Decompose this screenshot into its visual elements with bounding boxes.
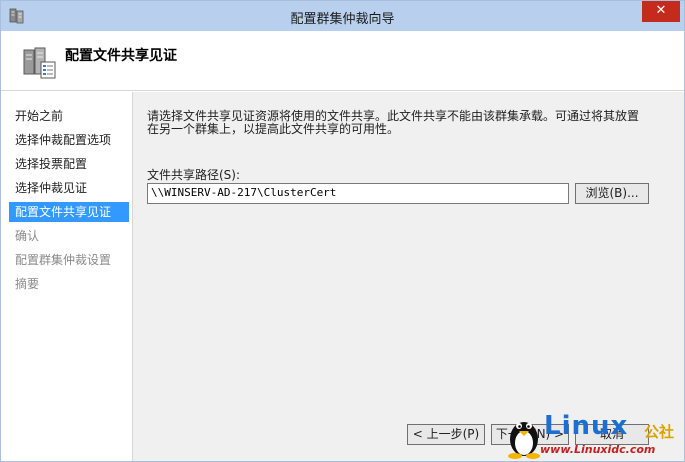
nav-item-select-quorum-witness[interactable]: 选择仲裁见证	[9, 178, 129, 198]
title-bar[interactable]: 配置群集仲裁向导 ✕	[1, 1, 684, 31]
close-button[interactable]: ✕	[642, 1, 680, 22]
wizard-content: 开始之前 选择仲裁配置选项 选择投票配置 选择仲裁见证 配置文件共享见证 确认 …	[1, 92, 684, 461]
watermark-cn: 公社	[644, 423, 675, 441]
nav-item-configure-quorum-settings: 配置群集仲裁设置	[15, 253, 112, 267]
main-panel: 请选择文件共享见证资源将使用的文件共享。此文件共享不能由该群集承载。可通过将其放…	[134, 92, 684, 461]
browse-button[interactable]: 浏览(B)...	[575, 183, 649, 204]
window-title: 配置群集仲裁向导	[290, 12, 395, 27]
wizard-step-nav: 开始之前 选择仲裁配置选项 选择投票配置 选择仲裁见证 配置文件共享见证 确认 …	[1, 92, 133, 461]
close-icon: ✕	[655, 3, 667, 18]
watermark-brand: Linux	[544, 411, 629, 441]
nav-item-summary: 摘要	[15, 277, 40, 291]
nav-item-select-voting-config[interactable]: 选择投票配置	[9, 154, 129, 174]
wizard-window: 配置群集仲裁向导 ✕ 配置文件共享见证 开始之前 选择仲裁配置选项 选择投票配置	[0, 0, 685, 462]
linuxidc-watermark: Linux 公社 www.Linuxidc.com	[504, 411, 682, 461]
file-share-path-input[interactable]: \\WINSERV-AD-217\ClusterCert	[147, 183, 569, 204]
watermark-url: www.Linuxidc.com	[540, 443, 656, 456]
server-cluster-icon	[23, 47, 56, 79]
page-title: 配置文件共享见证	[65, 48, 177, 64]
previous-button[interactable]: < 上一步(P)	[407, 424, 485, 445]
description-text: 请选择文件共享见证资源将使用的文件共享。此文件共享不能由该群集承载。可通过将其放…	[147, 110, 667, 136]
nav-item-configure-file-share-witness[interactable]: 配置文件共享见证	[9, 202, 129, 222]
nav-item-confirmation: 确认	[15, 229, 40, 243]
tux-penguin-icon	[508, 422, 540, 459]
nav-item-select-quorum-option[interactable]: 选择仲裁配置选项	[9, 130, 129, 150]
description-line-2: 在另一个群集上，以提高此文件共享的可用性。	[147, 122, 400, 136]
wizard-header: 配置文件共享见证	[1, 31, 684, 91]
nav-item-before-you-begin[interactable]: 开始之前	[9, 106, 129, 126]
file-share-path-label: 文件共享路径(S):	[147, 168, 241, 182]
